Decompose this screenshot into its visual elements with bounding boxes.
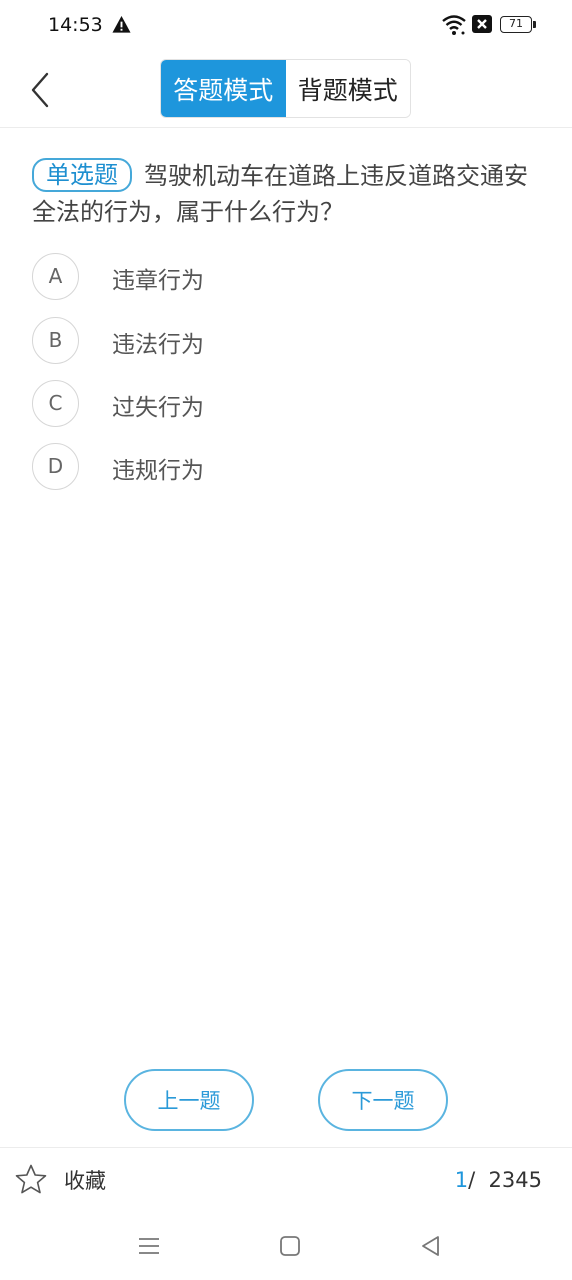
- progress-separator: /: [468, 1168, 476, 1192]
- current-question-number: 1: [454, 1168, 469, 1192]
- favorite-label: 收藏: [64, 1169, 106, 1193]
- option-c[interactable]: C 过失行为: [32, 380, 532, 428]
- system-nav-bar: [0, 1213, 572, 1280]
- app-screen: 14:53 71 答题模式 背题模式 单选题 驾驶机动车在道路上违反道路交通安全…: [0, 0, 572, 1280]
- option-letter: C: [32, 380, 79, 427]
- option-text: 违规行为: [112, 458, 204, 484]
- option-letter: B: [32, 317, 79, 364]
- wifi-icon: [442, 15, 466, 35]
- back-button[interactable]: [26, 70, 56, 110]
- option-text: 违章行为: [112, 268, 204, 294]
- option-b[interactable]: B 违法行为: [32, 317, 532, 365]
- home-icon[interactable]: [275, 1231, 305, 1261]
- status-time: 14:53: [48, 14, 103, 36]
- warning-icon: [112, 15, 131, 33]
- status-bar: 14:53 71: [0, 0, 572, 52]
- battery-icon: 71: [500, 16, 536, 33]
- menu-icon[interactable]: [134, 1231, 164, 1261]
- total-question-count: 2345: [488, 1168, 542, 1192]
- option-text: 过失行为: [112, 395, 204, 421]
- option-d[interactable]: D 违规行为: [32, 443, 532, 491]
- favorite-button[interactable]: 收藏: [14, 1162, 106, 1198]
- footer-bar: 收藏 1/ 2345: [0, 1147, 572, 1213]
- mode-switch: 答题模式 背题模式: [160, 59, 411, 118]
- battery-level: 71: [500, 16, 532, 33]
- question-text-block: 单选题 驾驶机动车在道路上违反道路交通安全法的行为，属于什么行为？: [32, 158, 544, 230]
- next-question-button[interactable]: 下一题: [318, 1069, 448, 1131]
- back-triangle-icon[interactable]: [416, 1231, 446, 1261]
- no-sim-icon: [472, 15, 492, 33]
- header: 答题模式 背题模式: [0, 52, 572, 128]
- prev-question-button[interactable]: 上一题: [124, 1069, 254, 1131]
- question-progress: 1/ 2345: [455, 1168, 542, 1192]
- star-icon: [15, 1164, 47, 1194]
- tab-review-mode[interactable]: 背题模式: [285, 60, 410, 117]
- question-type-badge: 单选题: [32, 158, 132, 192]
- option-letter: A: [32, 253, 79, 300]
- option-letter: D: [32, 443, 79, 490]
- option-text: 违法行为: [112, 332, 204, 358]
- tab-answer-mode[interactable]: 答题模式: [161, 60, 286, 117]
- option-a[interactable]: A 违章行为: [32, 253, 532, 301]
- chevron-left-icon: [31, 72, 49, 108]
